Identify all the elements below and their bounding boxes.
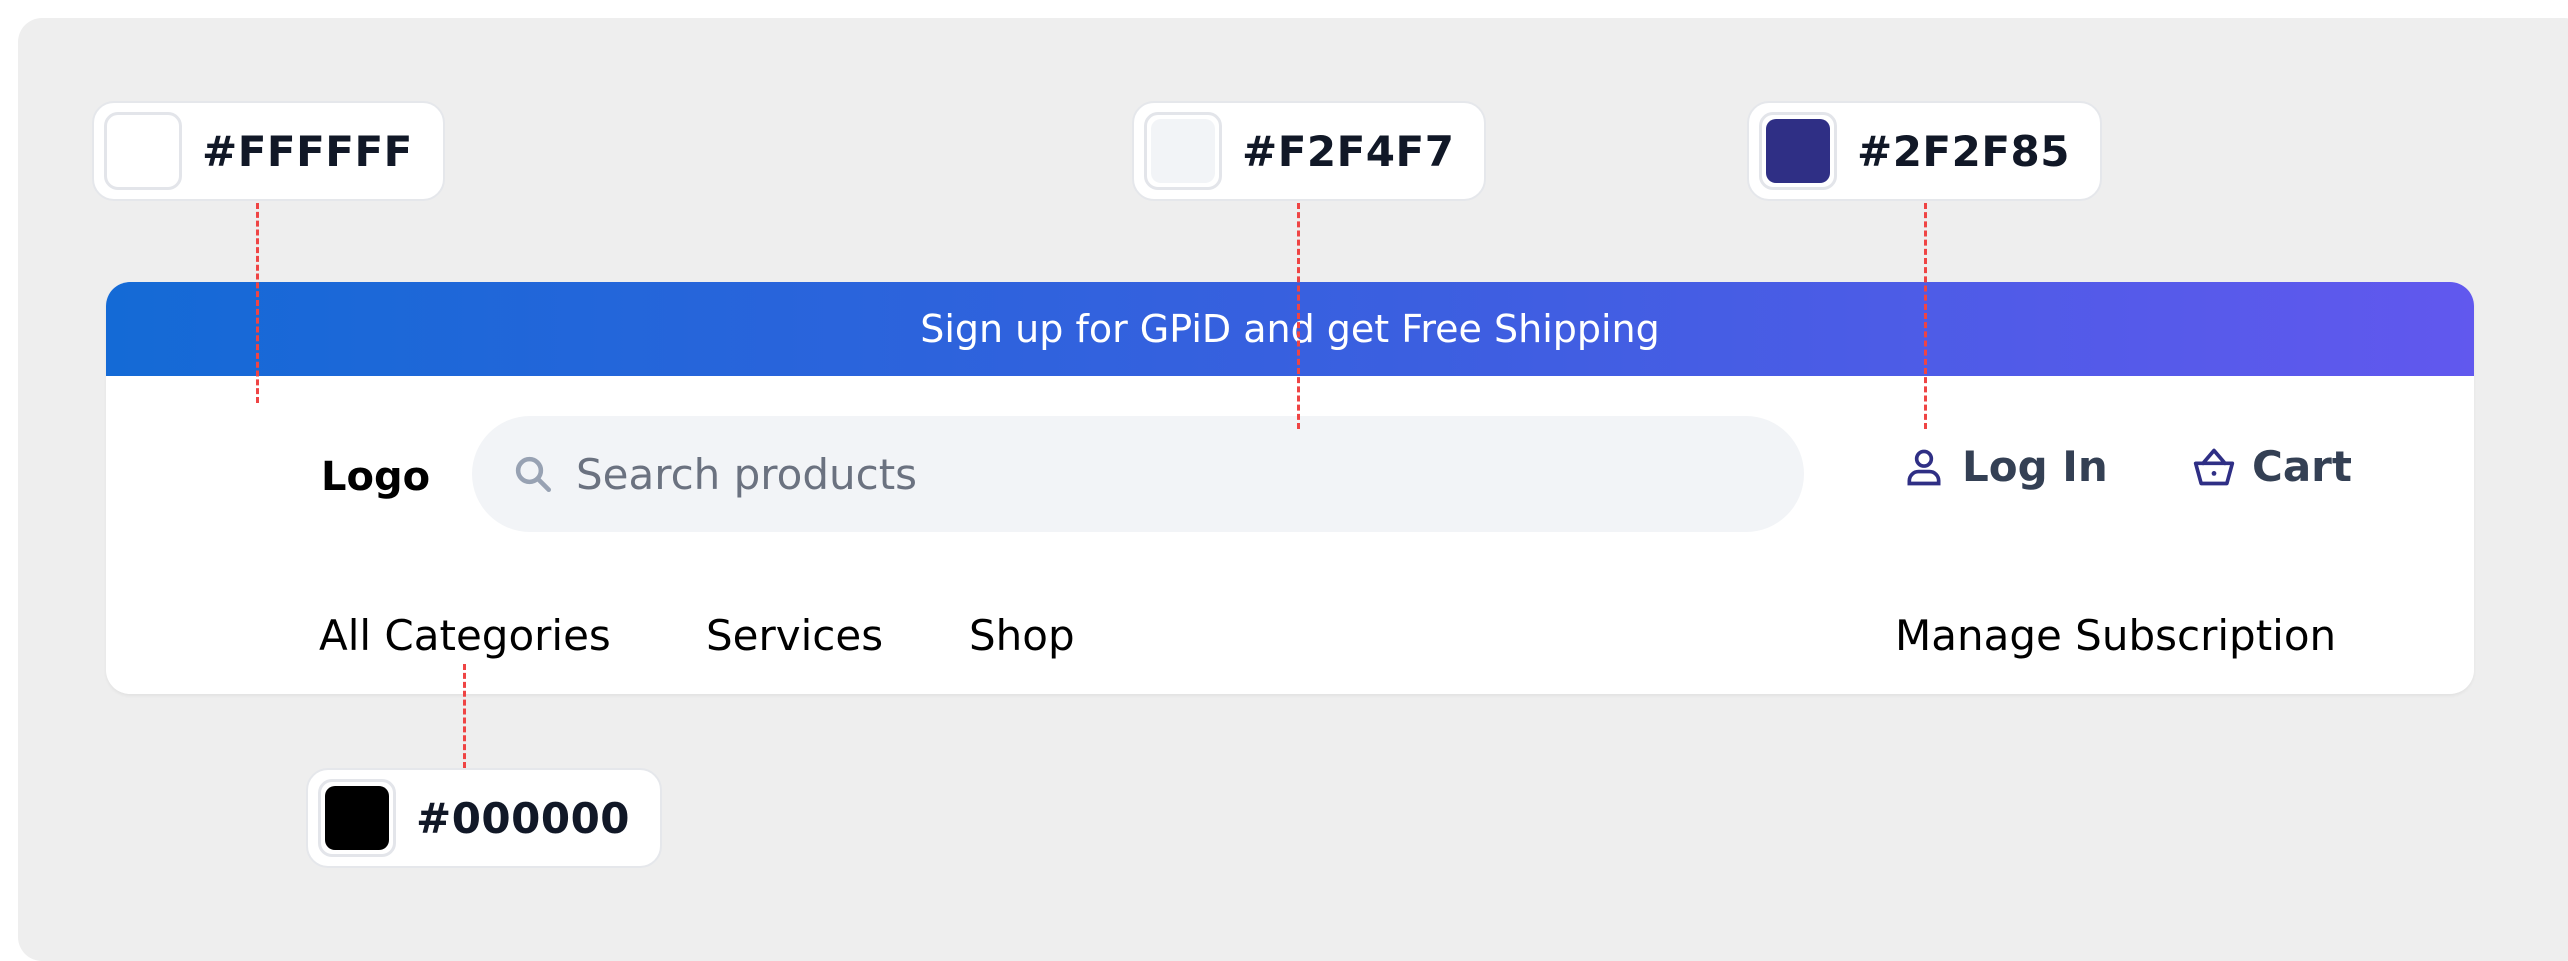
annotation-line — [1297, 203, 1300, 429]
swatch-hex-label: #FFFFFF — [202, 126, 413, 176]
login-button[interactable]: Log In — [1902, 442, 2108, 491]
basket-icon — [2193, 448, 2235, 485]
promo-banner[interactable]: Sign up for GPiD and get Free Shipping — [106, 282, 2474, 376]
swatch-chip — [1759, 112, 1837, 190]
swatch-chip — [104, 112, 182, 190]
site-header-card: Sign up for GPiD and get Free Shipping L… — [106, 282, 2474, 694]
promo-banner-text[interactable]: Sign up for GPiD and get Free Shipping — [920, 307, 1660, 351]
color-swatch-light-gray: #F2F4F7 — [1132, 101, 1487, 201]
swatch-hex-label: #2F2F85 — [1857, 126, 2070, 176]
swatch-chip — [1144, 112, 1222, 190]
annotation-line — [1924, 203, 1927, 429]
user-icon — [1907, 449, 1941, 485]
color-swatch-white: #FFFFFF — [92, 101, 445, 201]
search-bar[interactable] — [472, 416, 1804, 532]
login-label[interactable]: Log In — [1962, 442, 2108, 491]
nav-item-services[interactable]: Services — [706, 606, 883, 666]
color-swatch-black: #000000 — [306, 768, 663, 868]
nav-item-shop[interactable]: Shop — [969, 606, 1075, 666]
manage-subscription-link[interactable]: Manage Subscription — [1895, 606, 2336, 666]
logo[interactable]: Logo — [321, 447, 430, 507]
swatch-hex-label: #000000 — [416, 793, 631, 843]
nav-item-all-categories[interactable]: All Categories — [319, 606, 611, 666]
search-input[interactable] — [574, 448, 1678, 500]
color-swatch-indigo: #2F2F85 — [1747, 101, 2102, 201]
swatch-hex-label: #F2F4F7 — [1242, 126, 1455, 176]
cart-label[interactable]: Cart — [2252, 442, 2352, 491]
search-icon — [515, 456, 552, 493]
cart-button[interactable]: Cart — [2192, 442, 2352, 491]
annotation-line — [463, 664, 466, 768]
swatch-chip — [318, 779, 396, 857]
annotation-line — [256, 203, 259, 403]
